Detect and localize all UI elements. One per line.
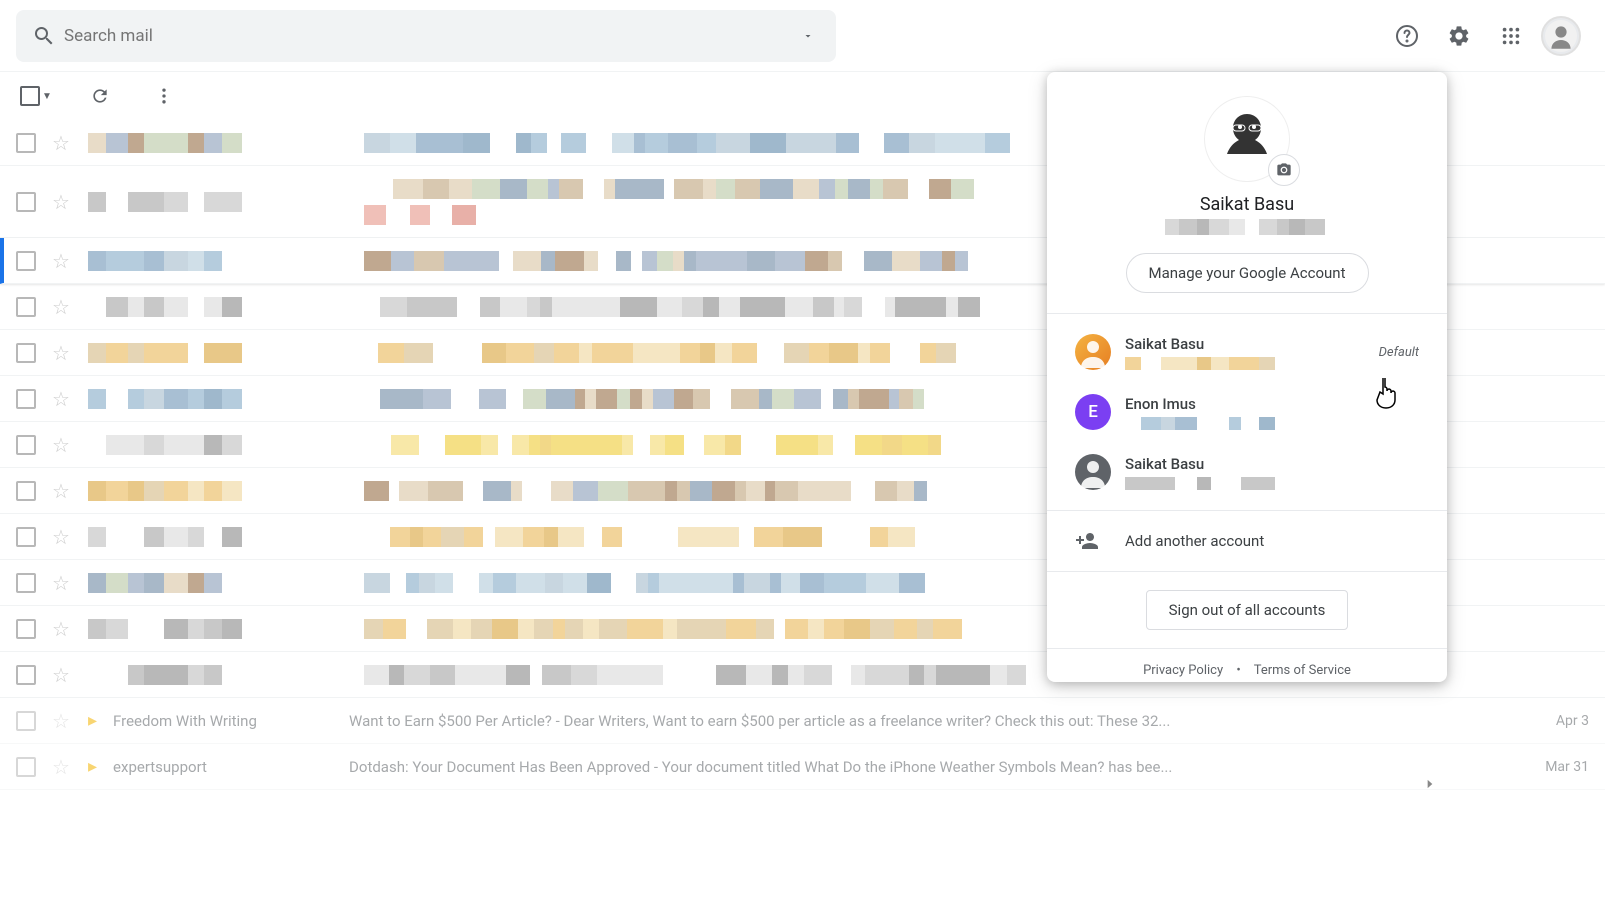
apps-icon[interactable]: [1489, 14, 1533, 58]
account-item-email-blurred: [1125, 477, 1419, 490]
sender-blurred: [88, 251, 348, 271]
date: Mar 31: [1519, 759, 1589, 775]
sender: Freedom With Writing: [113, 712, 333, 730]
sender-blurred: [88, 481, 348, 501]
select-all-checkbox[interactable]: ▼: [16, 82, 56, 110]
account-item-avatar: [1075, 454, 1111, 490]
account-name: Saikat Basu: [1071, 194, 1423, 215]
account-avatar-button[interactable]: [1541, 16, 1581, 56]
footer-links: Privacy Policy • Terms of Service: [1047, 648, 1447, 682]
terms-link[interactable]: Terms of Service: [1254, 663, 1351, 678]
star-icon[interactable]: ☆: [52, 249, 72, 273]
add-account-button[interactable]: Add another account: [1047, 511, 1447, 571]
account-list: Saikat BasuDefaultEEnon ImusSaikat Basu: [1047, 314, 1447, 510]
star-icon[interactable]: ☆: [52, 479, 72, 503]
account-item-email-blurred: [1125, 417, 1419, 430]
header: [0, 0, 1605, 72]
subject: Want to Earn $500 Per Article? - Dear Wr…: [349, 712, 1503, 730]
account-item-avatar: E: [1075, 394, 1111, 430]
sender-blurred: [88, 665, 348, 685]
account-item[interactable]: E Enon Imus: [1047, 382, 1447, 442]
mail-row[interactable]: ☆ ▸ Freedom With Writing Want to Earn $500 …: [0, 698, 1605, 744]
search-icon[interactable]: [24, 16, 64, 56]
row-checkbox[interactable]: [16, 389, 36, 409]
signout-button[interactable]: Sign out of all accounts: [1146, 590, 1349, 630]
star-icon[interactable]: ☆: [52, 190, 72, 214]
row-checkbox[interactable]: [16, 527, 36, 547]
account-item-name: Saikat Basu: [1125, 335, 1379, 353]
star-icon[interactable]: ☆: [52, 433, 72, 457]
search-options-dropdown[interactable]: [788, 16, 828, 56]
add-account-label: Add another account: [1125, 532, 1264, 550]
category-icon: ▸: [88, 710, 97, 731]
star-icon[interactable]: ☆: [52, 571, 72, 595]
refresh-icon[interactable]: [80, 76, 120, 116]
category-icon: ▸: [88, 756, 97, 777]
row-checkbox[interactable]: [16, 481, 36, 501]
row-checkbox[interactable]: [16, 619, 36, 639]
sender-blurred: [88, 297, 348, 317]
settings-icon[interactable]: [1437, 14, 1481, 58]
date: Apr 3: [1519, 713, 1589, 729]
star-icon[interactable]: ☆: [52, 617, 72, 641]
star-icon[interactable]: ☆: [52, 295, 72, 319]
row-checkbox[interactable]: [16, 573, 36, 593]
sender-blurred: [88, 527, 348, 547]
star-icon[interactable]: ☆: [52, 663, 72, 687]
sender-blurred: [88, 619, 348, 639]
sender-blurred: [88, 133, 348, 153]
account-item-avatar: [1075, 334, 1111, 370]
account-item-name: Saikat Basu: [1125, 455, 1419, 473]
sender-blurred: [88, 192, 348, 212]
account-item[interactable]: Saikat Basu: [1047, 442, 1447, 502]
sender-blurred: [88, 389, 348, 409]
account-item-email-blurred: [1125, 357, 1379, 370]
subject: Dotdash: Your Document Has Been Approved…: [349, 758, 1503, 776]
support-icon[interactable]: [1385, 14, 1429, 58]
sender-blurred: [88, 343, 348, 363]
more-icon[interactable]: [144, 76, 184, 116]
default-label: Default: [1379, 345, 1419, 360]
star-icon[interactable]: ☆: [52, 709, 72, 733]
manage-account-button[interactable]: Manage your Google Account: [1126, 253, 1369, 293]
row-checkbox[interactable]: [16, 665, 36, 685]
star-icon[interactable]: ☆: [52, 755, 72, 779]
row-checkbox[interactable]: [16, 251, 36, 271]
search-bar[interactable]: [16, 10, 836, 62]
account-avatar: [1204, 96, 1290, 182]
person-add-icon: [1075, 529, 1099, 553]
account-email-blurred: [1165, 219, 1330, 235]
row-checkbox[interactable]: [16, 757, 36, 777]
row-checkbox[interactable]: [16, 343, 36, 363]
star-icon[interactable]: ☆: [52, 387, 72, 411]
row-checkbox[interactable]: [16, 192, 36, 212]
account-popup: Saikat Basu Manage your Google Account S…: [1047, 72, 1447, 682]
row-checkbox[interactable]: [16, 133, 36, 153]
star-icon[interactable]: ☆: [52, 341, 72, 365]
star-icon[interactable]: ☆: [52, 525, 72, 549]
account-item[interactable]: Saikat BasuDefault: [1047, 322, 1447, 382]
account-item-name: Enon Imus: [1125, 395, 1419, 413]
header-icons: [1385, 14, 1581, 58]
star-icon[interactable]: ☆: [52, 131, 72, 155]
sender-blurred: [88, 573, 348, 593]
sender: expertsupport: [113, 758, 333, 776]
sender-blurred: [88, 435, 348, 455]
camera-icon[interactable]: [1268, 154, 1300, 186]
row-checkbox[interactable]: [16, 435, 36, 455]
row-checkbox[interactable]: [16, 297, 36, 317]
chevron-down-icon[interactable]: ▼: [42, 91, 52, 102]
privacy-link[interactable]: Privacy Policy: [1143, 663, 1223, 678]
mail-row[interactable]: ☆ ▸ expertsupport Dotdash: Your Document Ha…: [0, 744, 1605, 790]
scroll-right-icon[interactable]: [1415, 769, 1445, 799]
row-checkbox[interactable]: [16, 711, 36, 731]
search-input[interactable]: [64, 26, 788, 46]
